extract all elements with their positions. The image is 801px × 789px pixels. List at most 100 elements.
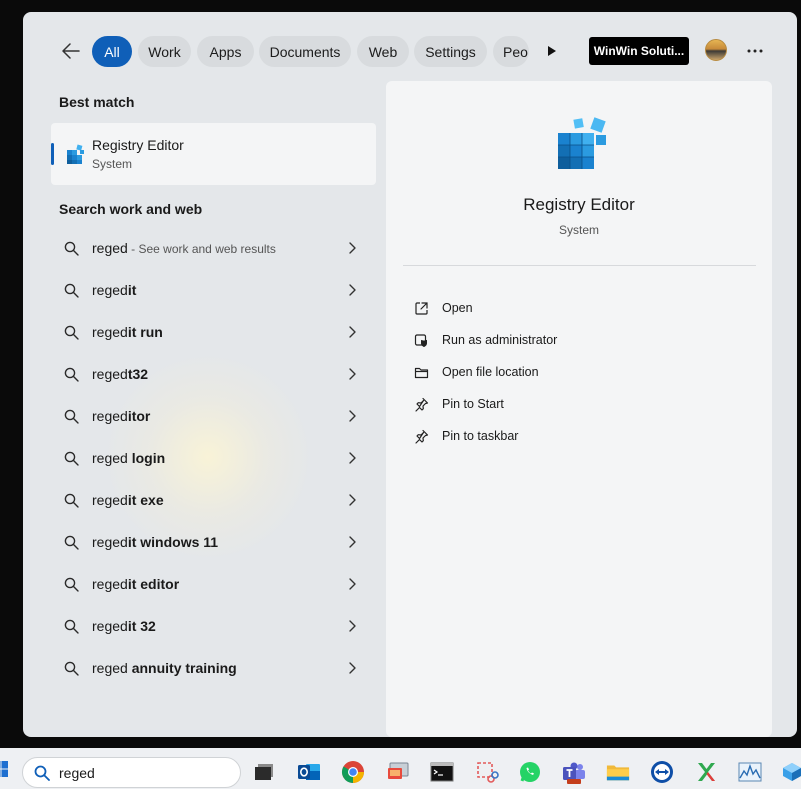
suggestion-completion: it editor [127, 576, 180, 592]
taskbar-search-box[interactable] [22, 757, 241, 788]
chevron-right-icon [349, 284, 356, 296]
action-pin-to-taskbar[interactable]: Pin to taskbar [408, 422, 748, 450]
avatar[interactable] [705, 39, 727, 61]
search-icon [34, 765, 50, 781]
action-pin-to-start[interactable]: Pin to Start [408, 390, 748, 418]
suggestion-text: regedt32 [92, 366, 148, 382]
action-open[interactable]: Open [408, 294, 748, 322]
suggestion-item[interactable]: regedit exe [51, 480, 376, 520]
suggestion-text: regedit editor [92, 576, 179, 592]
suggestion-item[interactable]: regedt32 [51, 354, 376, 394]
best-match-result[interactable]: Registry Editor System [51, 123, 376, 185]
suggestion-text: reged login [92, 450, 165, 466]
chevron-right-icon [349, 578, 356, 590]
suggestion-prefix: reged [92, 366, 128, 382]
tab-apps[interactable]: Apps [197, 36, 254, 67]
ellipsis-icon [747, 49, 763, 53]
taskbar [0, 748, 801, 789]
arrow-left-icon [62, 43, 80, 59]
back-button[interactable] [57, 37, 85, 65]
command-prompt-icon[interactable] [430, 760, 454, 784]
suggestion-text: regedit [92, 282, 136, 298]
action-run-as-admin[interactable]: Run as administrator [408, 326, 748, 354]
suggestion-text: regedit exe [92, 492, 164, 508]
chevron-right-icon [349, 452, 356, 464]
suggestion-item[interactable]: reged login [51, 438, 376, 478]
divider [403, 265, 756, 266]
task-view-icon[interactable] [252, 760, 276, 784]
suggestion-item[interactable]: regedit 32 [51, 606, 376, 646]
suggestion-completion: it exe [127, 492, 164, 508]
suggestion-item[interactable]: regedit editor [51, 564, 376, 604]
suggestion-prefix: reged [92, 576, 128, 592]
suggestion-completion: t32 [127, 366, 149, 382]
search-icon [64, 577, 79, 592]
chevron-right-icon [349, 536, 356, 548]
search-icon [64, 283, 79, 298]
whatsapp-icon[interactable] [518, 760, 542, 784]
suggestion-completion: it [127, 282, 137, 298]
suggestion-prefix: reged [92, 240, 128, 256]
suggestion-completion: it run [127, 324, 163, 340]
snipping-tool-icon[interactable] [475, 760, 499, 784]
outlook-icon[interactable] [297, 760, 321, 784]
action-label: Pin to taskbar [442, 429, 519, 443]
search-icon [64, 367, 79, 382]
suggestion-item[interactable]: reged annuity training [51, 648, 376, 688]
more-filters-button[interactable] [541, 40, 563, 62]
folder-icon [414, 367, 429, 379]
suggestion-item[interactable]: reged - See work and web results [51, 228, 376, 268]
chevron-right-icon [349, 242, 356, 254]
search-icon [64, 619, 79, 634]
suggestion-text: regedit windows 11 [92, 534, 218, 550]
suggestion-text: regedit run [92, 324, 163, 340]
tab-work[interactable]: Work [138, 36, 191, 67]
more-options-button[interactable] [743, 39, 767, 63]
preview-subtitle: System [558, 223, 599, 237]
chevron-right-icon [349, 326, 356, 338]
suggestion-prefix: reged [92, 492, 128, 508]
box-app-icon[interactable] [780, 760, 801, 784]
chevron-right-icon [349, 662, 356, 674]
suggestion-item[interactable]: regedit windows 11 [51, 522, 376, 562]
suggestion-item[interactable]: regeditor [51, 396, 376, 436]
search-icon [64, 241, 79, 256]
pin-icon [415, 429, 429, 444]
app-x-icon[interactable] [694, 760, 718, 784]
suggestion-text: regeditor [92, 408, 150, 424]
play-right-icon [548, 46, 556, 56]
teamviewer-icon[interactable] [650, 760, 674, 784]
tab-all[interactable]: All [92, 36, 132, 67]
organization-badge[interactable]: WinWin Soluti... [589, 37, 689, 65]
suggestion-prefix: reged [92, 450, 128, 466]
search-icon [64, 409, 79, 424]
suggestion-item[interactable]: regedit [51, 270, 376, 310]
search-input[interactable] [59, 763, 229, 783]
action-open-file-location[interactable]: Open file location [408, 358, 748, 386]
suggestion-text: regedit 32 [92, 618, 156, 634]
tab-settings[interactable]: Settings [414, 36, 487, 67]
suggestion-completion: annuity training [127, 660, 237, 676]
windows-start-icon[interactable] [0, 761, 8, 777]
suggestion-text: reged annuity training [92, 660, 237, 676]
action-label: Open [442, 301, 473, 315]
teams-icon[interactable] [562, 760, 586, 784]
registry-editor-large-icon [558, 117, 606, 169]
suggestion-prefix: reged [92, 534, 128, 550]
remote-desktop-icon[interactable] [386, 760, 410, 784]
suggestion-text: reged - See work and web results [92, 240, 276, 256]
tab-documents[interactable]: Documents [259, 36, 351, 67]
file-explorer-icon[interactable] [606, 760, 630, 784]
search-icon [64, 661, 79, 676]
suggestion-completion: login [127, 450, 166, 466]
action-label: Open file location [442, 365, 539, 379]
chevron-right-icon [349, 410, 356, 422]
suggestion-item[interactable]: regedit run [51, 312, 376, 352]
search-work-web-heading: Search work and web [59, 201, 203, 217]
preview-title: Registry Editor [523, 195, 635, 214]
tab-people[interactable]: Peo [493, 36, 529, 67]
tab-web[interactable]: Web [357, 36, 409, 67]
search-icon [64, 535, 79, 550]
chrome-icon[interactable] [341, 760, 365, 784]
resource-monitor-icon[interactable] [738, 760, 762, 784]
